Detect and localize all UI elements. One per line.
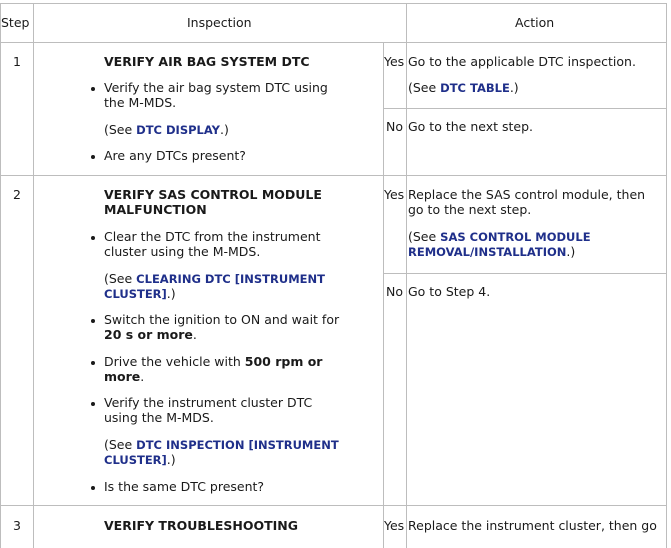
see-prefix: (See — [104, 437, 137, 452]
dtc-inspection-link[interactable]: CLUSTER] — [104, 453, 167, 467]
sas-module-link[interactable]: SAS CONTROL MODULE — [440, 230, 590, 244]
bullet-text: Verify the instrument cluster DTC — [104, 395, 313, 410]
bullet-text: Switch the ignition to ON and wait for — [104, 312, 340, 327]
header-step: Step — [1, 15, 30, 30]
see-suffix: .) — [166, 286, 176, 301]
row-divider — [0, 175, 667, 176]
text-suffix: . — [140, 369, 145, 384]
bullet-text: using the M-MDS. — [104, 410, 214, 425]
text-prefix: Drive the vehicle with — [104, 354, 245, 369]
table-border-right — [666, 3, 667, 548]
see-reference: (See DTC DISPLAY.) — [104, 122, 229, 138]
bullet-text: Clear the DTC from the instrument — [104, 229, 321, 244]
see-reference: CLUSTER].) — [104, 286, 176, 302]
table-border-top — [0, 3, 667, 4]
step-number: 2 — [13, 187, 21, 202]
see-reference: (See CLEARING DTC [INSTRUMENT — [104, 271, 325, 287]
bullet — [91, 155, 95, 159]
see-suffix: .) — [166, 452, 176, 467]
header-inspection: Inspection — [187, 15, 252, 30]
yes-action-text: go to the next step. — [408, 202, 532, 217]
yes-label: Yes — [384, 187, 405, 202]
clearing-dtc-link[interactable]: CLUSTER] — [104, 287, 167, 301]
bullet-text: more. — [104, 369, 144, 384]
row-divider — [0, 505, 667, 506]
dtc-table-link[interactable]: DTC TABLE — [440, 81, 510, 95]
step-title: VERIFY AIR BAG SYSTEM DTC — [104, 54, 310, 69]
no-action-text: Go to the next step. — [408, 119, 533, 134]
see-prefix: (See — [104, 271, 137, 286]
bullet — [91, 361, 95, 365]
text-suffix: . — [192, 327, 197, 342]
col-divider — [383, 42, 384, 548]
no-action-text: Go to Step 4. — [408, 284, 491, 299]
see-reference: (See DTC INSPECTION [INSTRUMENT — [104, 437, 339, 453]
see-suffix: .) — [509, 80, 519, 95]
bullet — [91, 236, 95, 240]
see-reference: REMOVAL/INSTALLATION.) — [408, 244, 575, 260]
bullet-text: Is the same DTC present? — [104, 479, 265, 494]
see-suffix: .) — [220, 122, 229, 137]
bullet — [91, 486, 95, 490]
step-number: 3 — [13, 518, 21, 533]
yes-label: Yes — [384, 518, 405, 533]
step-title: MALFUNCTION — [104, 202, 207, 217]
emphasis: more — [104, 369, 141, 384]
bullet — [91, 402, 95, 406]
see-prefix: (See — [408, 229, 441, 244]
see-reference: CLUSTER].) — [104, 452, 176, 468]
bullet-text: the M-MDS. — [104, 95, 177, 110]
bullet — [91, 319, 95, 323]
bullet-text: 20 s or more. — [104, 327, 197, 342]
emphasis: 20 s or more — [104, 327, 193, 342]
yes-label: Yes — [384, 54, 405, 69]
col-divider — [406, 3, 407, 548]
no-label: No — [386, 284, 403, 299]
no-label: No — [386, 119, 403, 134]
header-action: Action — [515, 15, 555, 30]
emphasis: 500 rpm or — [244, 354, 323, 369]
step-title: VERIFY TROUBLESHOOTING — [104, 518, 299, 533]
bullet — [91, 87, 95, 91]
sas-module-link[interactable]: REMOVAL/INSTALLATION — [408, 245, 566, 259]
bullet-text: Verify the air bag system DTC using — [104, 80, 328, 95]
bullet-text: Are any DTCs present? — [104, 148, 246, 163]
see-prefix: (See — [104, 122, 137, 137]
clearing-dtc-link[interactable]: CLEARING DTC [INSTRUMENT — [136, 272, 325, 286]
dtc-display-link[interactable]: DTC DISPLAY — [136, 123, 220, 137]
yes-action-text: Go to the applicable DTC inspection. — [408, 54, 636, 69]
yes-action-text: Replace the instrument cluster, then go — [408, 518, 657, 533]
bullet-text: Drive the vehicle with 500 rpm or — [104, 354, 322, 369]
dtc-inspection-link[interactable]: DTC INSPECTION [INSTRUMENT — [136, 438, 339, 452]
step-title: VERIFY SAS CONTROL MODULE — [104, 187, 322, 202]
see-suffix: .) — [566, 244, 576, 259]
table-border-left — [0, 3, 1, 548]
see-prefix: (See — [408, 80, 441, 95]
cell-divider — [383, 108, 667, 109]
bullet-text: cluster using the M-MDS. — [104, 244, 261, 259]
step-number: 1 — [13, 54, 21, 69]
see-reference: (See SAS CONTROL MODULE — [408, 229, 591, 245]
cell-divider — [383, 273, 667, 274]
row-divider — [0, 42, 667, 43]
yes-action-text: Replace the SAS control module, then — [408, 187, 646, 202]
see-reference: (See DTC TABLE.) — [408, 80, 519, 96]
col-divider — [33, 3, 34, 548]
